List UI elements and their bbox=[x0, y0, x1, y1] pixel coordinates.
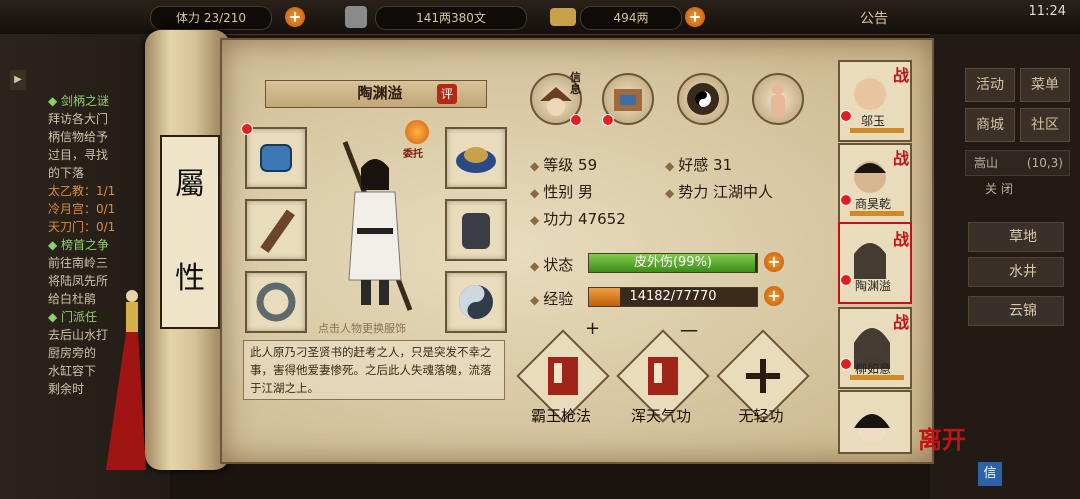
battle-tag: 战 bbox=[893, 149, 910, 168]
skill-name-3: 无轻功 bbox=[738, 407, 784, 425]
roster-bar bbox=[850, 211, 904, 216]
tab-body[interactable] bbox=[752, 73, 804, 125]
character-portrait[interactable] bbox=[325, 140, 425, 315]
manual-book-icon bbox=[548, 357, 578, 395]
add-icon bbox=[746, 359, 780, 393]
bracer-icon bbox=[260, 144, 292, 172]
place-grassland[interactable]: 草地 bbox=[968, 222, 1064, 252]
shop-button[interactable]: 商城 bbox=[965, 108, 1015, 142]
clock: 11:24 bbox=[1028, 4, 1066, 19]
roster-name-3: 陶渊溢 bbox=[854, 279, 891, 293]
ingot-icon bbox=[550, 8, 576, 26]
stamina-display: 体力 23/210 bbox=[150, 6, 272, 30]
community-button[interactable]: 社区 bbox=[1020, 108, 1070, 142]
slot-bracers[interactable] bbox=[245, 127, 307, 189]
leave-button[interactable]: 离开 bbox=[918, 420, 966, 455]
location-bar: 嵩山 (10,3) bbox=[965, 150, 1070, 176]
ring-icon bbox=[256, 282, 296, 322]
level-stat: ◆ 等级 59 bbox=[530, 156, 598, 174]
character-name: 陶渊溢 bbox=[357, 84, 403, 102]
power-stat: ◆ 功力 47652 bbox=[530, 210, 626, 228]
faction-stat: ◆ 势力 江湖中人 bbox=[665, 183, 774, 201]
armor-icon bbox=[462, 213, 490, 249]
coins-display: 141两380文 bbox=[375, 6, 527, 30]
change-outfit-hint: 点击人物更换服饰 bbox=[318, 322, 406, 335]
menu-button[interactable]: 菜单 bbox=[1020, 68, 1070, 102]
yinyang-fish-icon bbox=[459, 285, 493, 319]
slot-ring[interactable] bbox=[245, 271, 307, 333]
manual-book-icon bbox=[648, 357, 678, 395]
slot-weapon[interactable] bbox=[245, 199, 307, 261]
slot-armor[interactable] bbox=[445, 199, 507, 261]
slot-hat[interactable] bbox=[445, 127, 507, 189]
skill-name-1: 霸王枪法 bbox=[530, 407, 591, 425]
new-item-dot bbox=[241, 123, 253, 135]
club-icon bbox=[260, 209, 295, 253]
tab-info-label: 信息 bbox=[570, 71, 581, 96]
roster-name-2: 商昊乾 bbox=[854, 197, 891, 211]
exp-bar: 14182/77770 bbox=[588, 287, 758, 307]
roster-bar bbox=[850, 375, 904, 380]
coin-icon bbox=[345, 6, 367, 28]
tassel-icon bbox=[106, 290, 146, 470]
roster-slot-5[interactable] bbox=[838, 390, 912, 454]
skill-name-2: 浑天气功 bbox=[630, 407, 691, 425]
activity-button[interactable]: 活动 bbox=[965, 68, 1015, 102]
slot-accessory[interactable] bbox=[445, 271, 507, 333]
battle-tag: 战 bbox=[893, 313, 910, 332]
roster-name-1: 邬玉 bbox=[860, 114, 885, 128]
state-label: ◆ 状态 bbox=[530, 256, 574, 274]
portrait-icon bbox=[854, 413, 890, 443]
add-stamina-button[interactable]: + bbox=[285, 7, 305, 27]
review-button[interactable]: 评 bbox=[437, 84, 457, 104]
add-silver-button[interactable]: + bbox=[685, 7, 705, 27]
inventory-alert-dot bbox=[602, 114, 614, 126]
expand-arrow-icon[interactable]: ▶ bbox=[10, 70, 26, 90]
roster-bar bbox=[850, 128, 904, 133]
notice-button[interactable]: 公告 bbox=[860, 8, 888, 28]
add-exp-button[interactable]: + bbox=[764, 286, 784, 306]
meridian-figure-icon bbox=[771, 83, 785, 115]
attributes-title: 屬 性 bbox=[160, 135, 220, 329]
place-well[interactable]: 水井 bbox=[968, 257, 1064, 287]
skill-minus-mark: 一 bbox=[680, 322, 698, 343]
tab-bagua[interactable] bbox=[677, 73, 729, 125]
exp-label: ◆ 经验 bbox=[530, 290, 574, 308]
bagua-icon bbox=[687, 83, 719, 115]
info-alert-dot bbox=[570, 114, 582, 126]
battle-tag: 战 bbox=[893, 66, 910, 85]
mail-button[interactable]: 信 bbox=[978, 462, 1002, 486]
favor-stat: ◆ 好感 31 bbox=[665, 156, 733, 174]
place-yunjin[interactable]: 云锦 bbox=[968, 296, 1064, 326]
gender-stat: ◆ 性别 男 bbox=[530, 183, 594, 201]
entrust-icon[interactable] bbox=[405, 120, 429, 144]
hat-icon bbox=[456, 147, 496, 173]
skill-plus-mark: + bbox=[585, 318, 601, 339]
close-places-button[interactable]: 关 闭 bbox=[985, 180, 1013, 197]
heal-button[interactable]: + bbox=[764, 252, 784, 272]
entrust-label: 委托 bbox=[403, 149, 423, 160]
battle-tag: 战 bbox=[893, 230, 910, 249]
silver-display: 494两 bbox=[580, 6, 682, 30]
character-bio: 此人原乃刁圣贤书的赶考之人，只是突发不幸之事，害得他爱妻惨死。之后此人失魂落魄，… bbox=[243, 340, 505, 400]
state-bar: 皮外伤(99%) bbox=[588, 253, 758, 273]
